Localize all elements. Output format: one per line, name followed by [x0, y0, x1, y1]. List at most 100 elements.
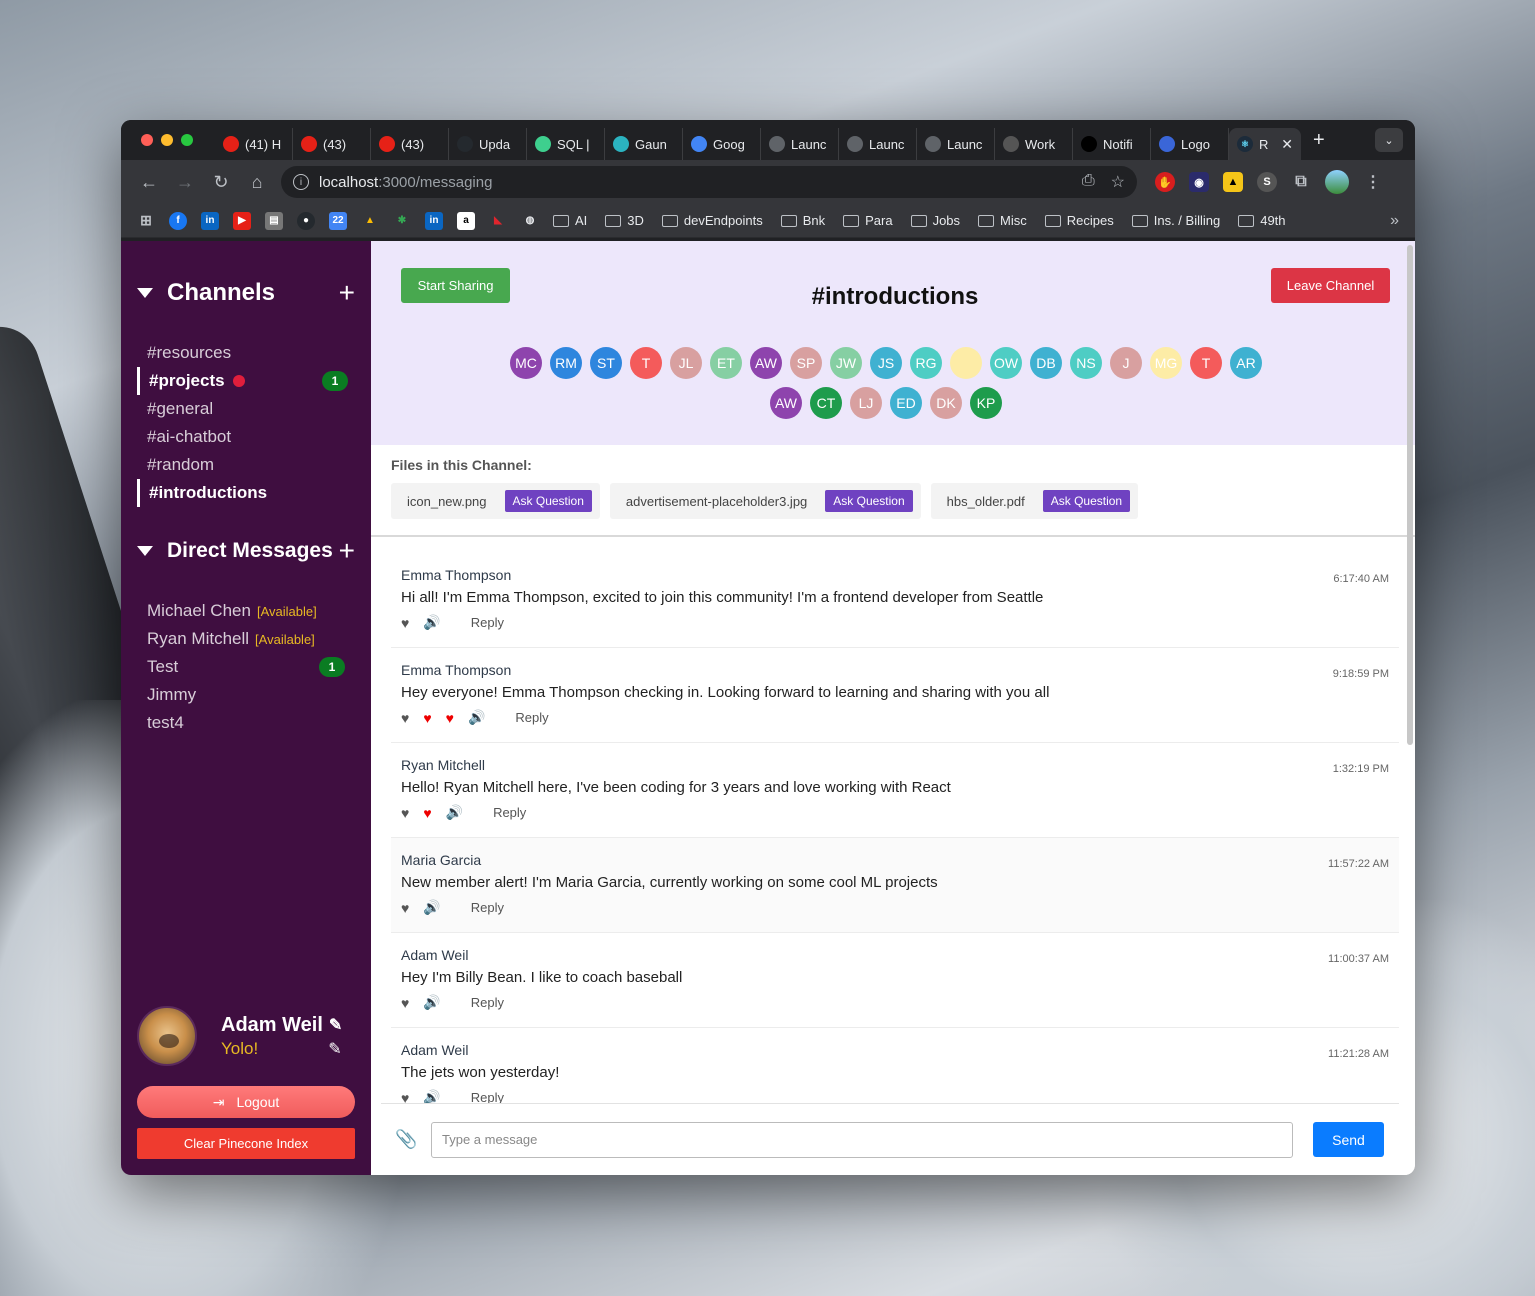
add-dm-icon[interactable]: +	[339, 535, 355, 567]
member-avatar[interactable]: OW	[990, 347, 1022, 379]
like-heart-icon[interactable]: ♥	[401, 900, 409, 916]
youtube-icon[interactable]: ▶	[233, 211, 251, 230]
clear-pinecone-index-button[interactable]: Clear Pinecone Index	[137, 1128, 355, 1159]
new-tab-button[interactable]: +	[1313, 129, 1325, 152]
reply-button[interactable]: Reply	[471, 900, 504, 915]
member-avatar[interactable]: ET	[710, 347, 742, 379]
close-tab-icon[interactable]: ✕	[1281, 136, 1293, 153]
member-avatar[interactable]: NS	[1070, 347, 1102, 379]
address-bar[interactable]: i localhost:3000/messaging ⎙ ☆	[281, 166, 1137, 198]
edit-status-icon[interactable]: ✎	[328, 1039, 341, 1059]
member-avatar[interactable]: AW	[750, 347, 782, 379]
menu-kebab-icon[interactable]: ⋮	[1363, 172, 1383, 192]
red-heart-reaction-icon[interactable]: ♥	[446, 710, 454, 726]
tab[interactable]: SQL |	[527, 128, 605, 160]
tab[interactable]: Upda	[449, 128, 527, 160]
install-app-icon[interactable]: ⎙	[1082, 172, 1095, 192]
tab[interactable]: Goog	[683, 128, 761, 160]
linkedin-icon[interactable]: in	[425, 211, 443, 230]
leave-channel-button[interactable]: Leave Channel	[1271, 268, 1390, 303]
bookmark-folder[interactable]: Misc	[978, 213, 1027, 228]
bookmark-folder[interactable]: 49th	[1238, 213, 1286, 228]
member-avatar[interactable]	[950, 347, 982, 379]
member-avatar[interactable]: DK	[930, 387, 962, 419]
bookmark-folder[interactable]: Bnk	[780, 213, 825, 228]
edit-name-icon[interactable]: ✎	[329, 1015, 342, 1035]
facebook-icon[interactable]: f	[169, 211, 187, 230]
member-avatar[interactable]: ED	[890, 387, 922, 419]
file-name[interactable]: advertisement-placeholder3.jpg	[626, 494, 807, 509]
member-avatar[interactable]: ST	[590, 347, 622, 379]
calendar-icon[interactable]: 22	[329, 211, 347, 230]
extension-icon[interactable]: ✋	[1155, 172, 1175, 192]
bookmark-folder[interactable]: Jobs	[910, 213, 960, 228]
amazon-icon[interactable]: a	[457, 211, 475, 230]
speaker-icon[interactable]: 🔊	[423, 614, 440, 631]
reply-button[interactable]: Reply	[471, 995, 504, 1010]
ask-question-button[interactable]: Ask Question	[1042, 490, 1131, 512]
tab[interactable]: (43)	[293, 128, 371, 160]
github-icon[interactable]: ●	[297, 211, 315, 230]
eye-extension-icon[interactable]: ◉	[1189, 172, 1209, 192]
like-heart-icon[interactable]: ♥	[401, 995, 409, 1011]
member-avatar[interactable]: AW	[770, 387, 802, 419]
member-avatar[interactable]: RG	[910, 347, 942, 379]
member-avatar[interactable]: CT	[810, 387, 842, 419]
bookmark-folder[interactable]: Para	[843, 213, 893, 228]
dm-item[interactable]: Test 1	[137, 653, 371, 681]
profile-avatar-icon[interactable]	[1325, 170, 1349, 194]
member-avatar[interactable]: LJ	[850, 387, 882, 419]
file-name[interactable]: icon_new.png	[407, 494, 487, 509]
ask-question-button[interactable]: Ask Question	[504, 490, 592, 512]
like-heart-icon[interactable]: ♥	[401, 1090, 409, 1104]
like-heart-icon[interactable]: ♥	[401, 805, 409, 821]
scrollbar[interactable]	[1407, 245, 1413, 745]
warning-extension-icon[interactable]: ▲	[1223, 172, 1243, 192]
send-button[interactable]: Send	[1313, 1122, 1384, 1157]
tab[interactable]: Gaun	[605, 128, 683, 160]
member-avatar[interactable]: AR	[1230, 347, 1262, 379]
tab[interactable]: Launc	[839, 128, 917, 160]
member-avatar[interactable]: RM	[550, 347, 582, 379]
site-info-icon[interactable]: i	[293, 174, 309, 190]
dm-item[interactable]: Michael Chen [Available]	[137, 597, 371, 625]
reply-button[interactable]: Reply	[493, 805, 526, 820]
collapse-dms-icon[interactable]	[137, 546, 153, 556]
bookmark-folder[interactable]: Ins. / Billing	[1131, 213, 1220, 228]
bookmark-folder[interactable]: 3D	[605, 213, 644, 228]
bookmark-folder[interactable]: AI	[553, 213, 587, 228]
s-extension-icon[interactable]: S	[1257, 172, 1277, 192]
speaker-icon[interactable]: 🔊	[423, 1089, 440, 1103]
tab[interactable]: (43)	[371, 128, 449, 160]
member-avatar[interactable]: MC	[510, 347, 542, 379]
dm-item[interactable]: Jimmy	[137, 681, 371, 709]
home-icon[interactable]: ⌂	[239, 172, 275, 193]
bookmark-star-icon[interactable]: ☆	[1111, 172, 1125, 192]
drive-icon[interactable]: ▲	[361, 212, 379, 230]
flag-icon[interactable]: ◣	[489, 212, 507, 230]
reply-button[interactable]: Reply	[471, 615, 504, 630]
close-window-button[interactable]	[141, 134, 153, 146]
red-heart-reaction-icon[interactable]: ♥	[423, 710, 431, 726]
photos-icon[interactable]: ✱	[393, 212, 411, 230]
tab[interactable]: Logo	[1151, 128, 1229, 160]
reload-icon[interactable]: ↻	[203, 172, 239, 193]
collapse-channels-icon[interactable]	[137, 288, 153, 298]
maximize-window-button[interactable]	[181, 134, 193, 146]
tab[interactable]: Launc	[761, 128, 839, 160]
member-avatar[interactable]: KP	[970, 387, 1002, 419]
linkedin-icon[interactable]: in	[201, 211, 219, 230]
dm-item[interactable]: test4	[137, 709, 371, 737]
reply-button[interactable]: Reply	[515, 710, 548, 725]
puzzle-extensions-icon[interactable]: ⧉	[1291, 172, 1311, 192]
globe-icon[interactable]: ◍	[521, 212, 539, 230]
logout-button[interactable]: ⇥ Logout	[137, 1086, 355, 1118]
minimize-window-button[interactable]	[161, 134, 173, 146]
channel-item[interactable]: #random	[137, 451, 371, 479]
bookmark-folder[interactable]: Recipes	[1044, 213, 1114, 228]
member-avatar[interactable]: JW	[830, 347, 862, 379]
forward-icon[interactable]: →	[167, 172, 203, 193]
speaker-icon[interactable]: 🔊	[423, 899, 440, 916]
channel-item[interactable]: #resources	[137, 339, 371, 367]
attach-file-icon[interactable]: 📎	[395, 1129, 421, 1150]
